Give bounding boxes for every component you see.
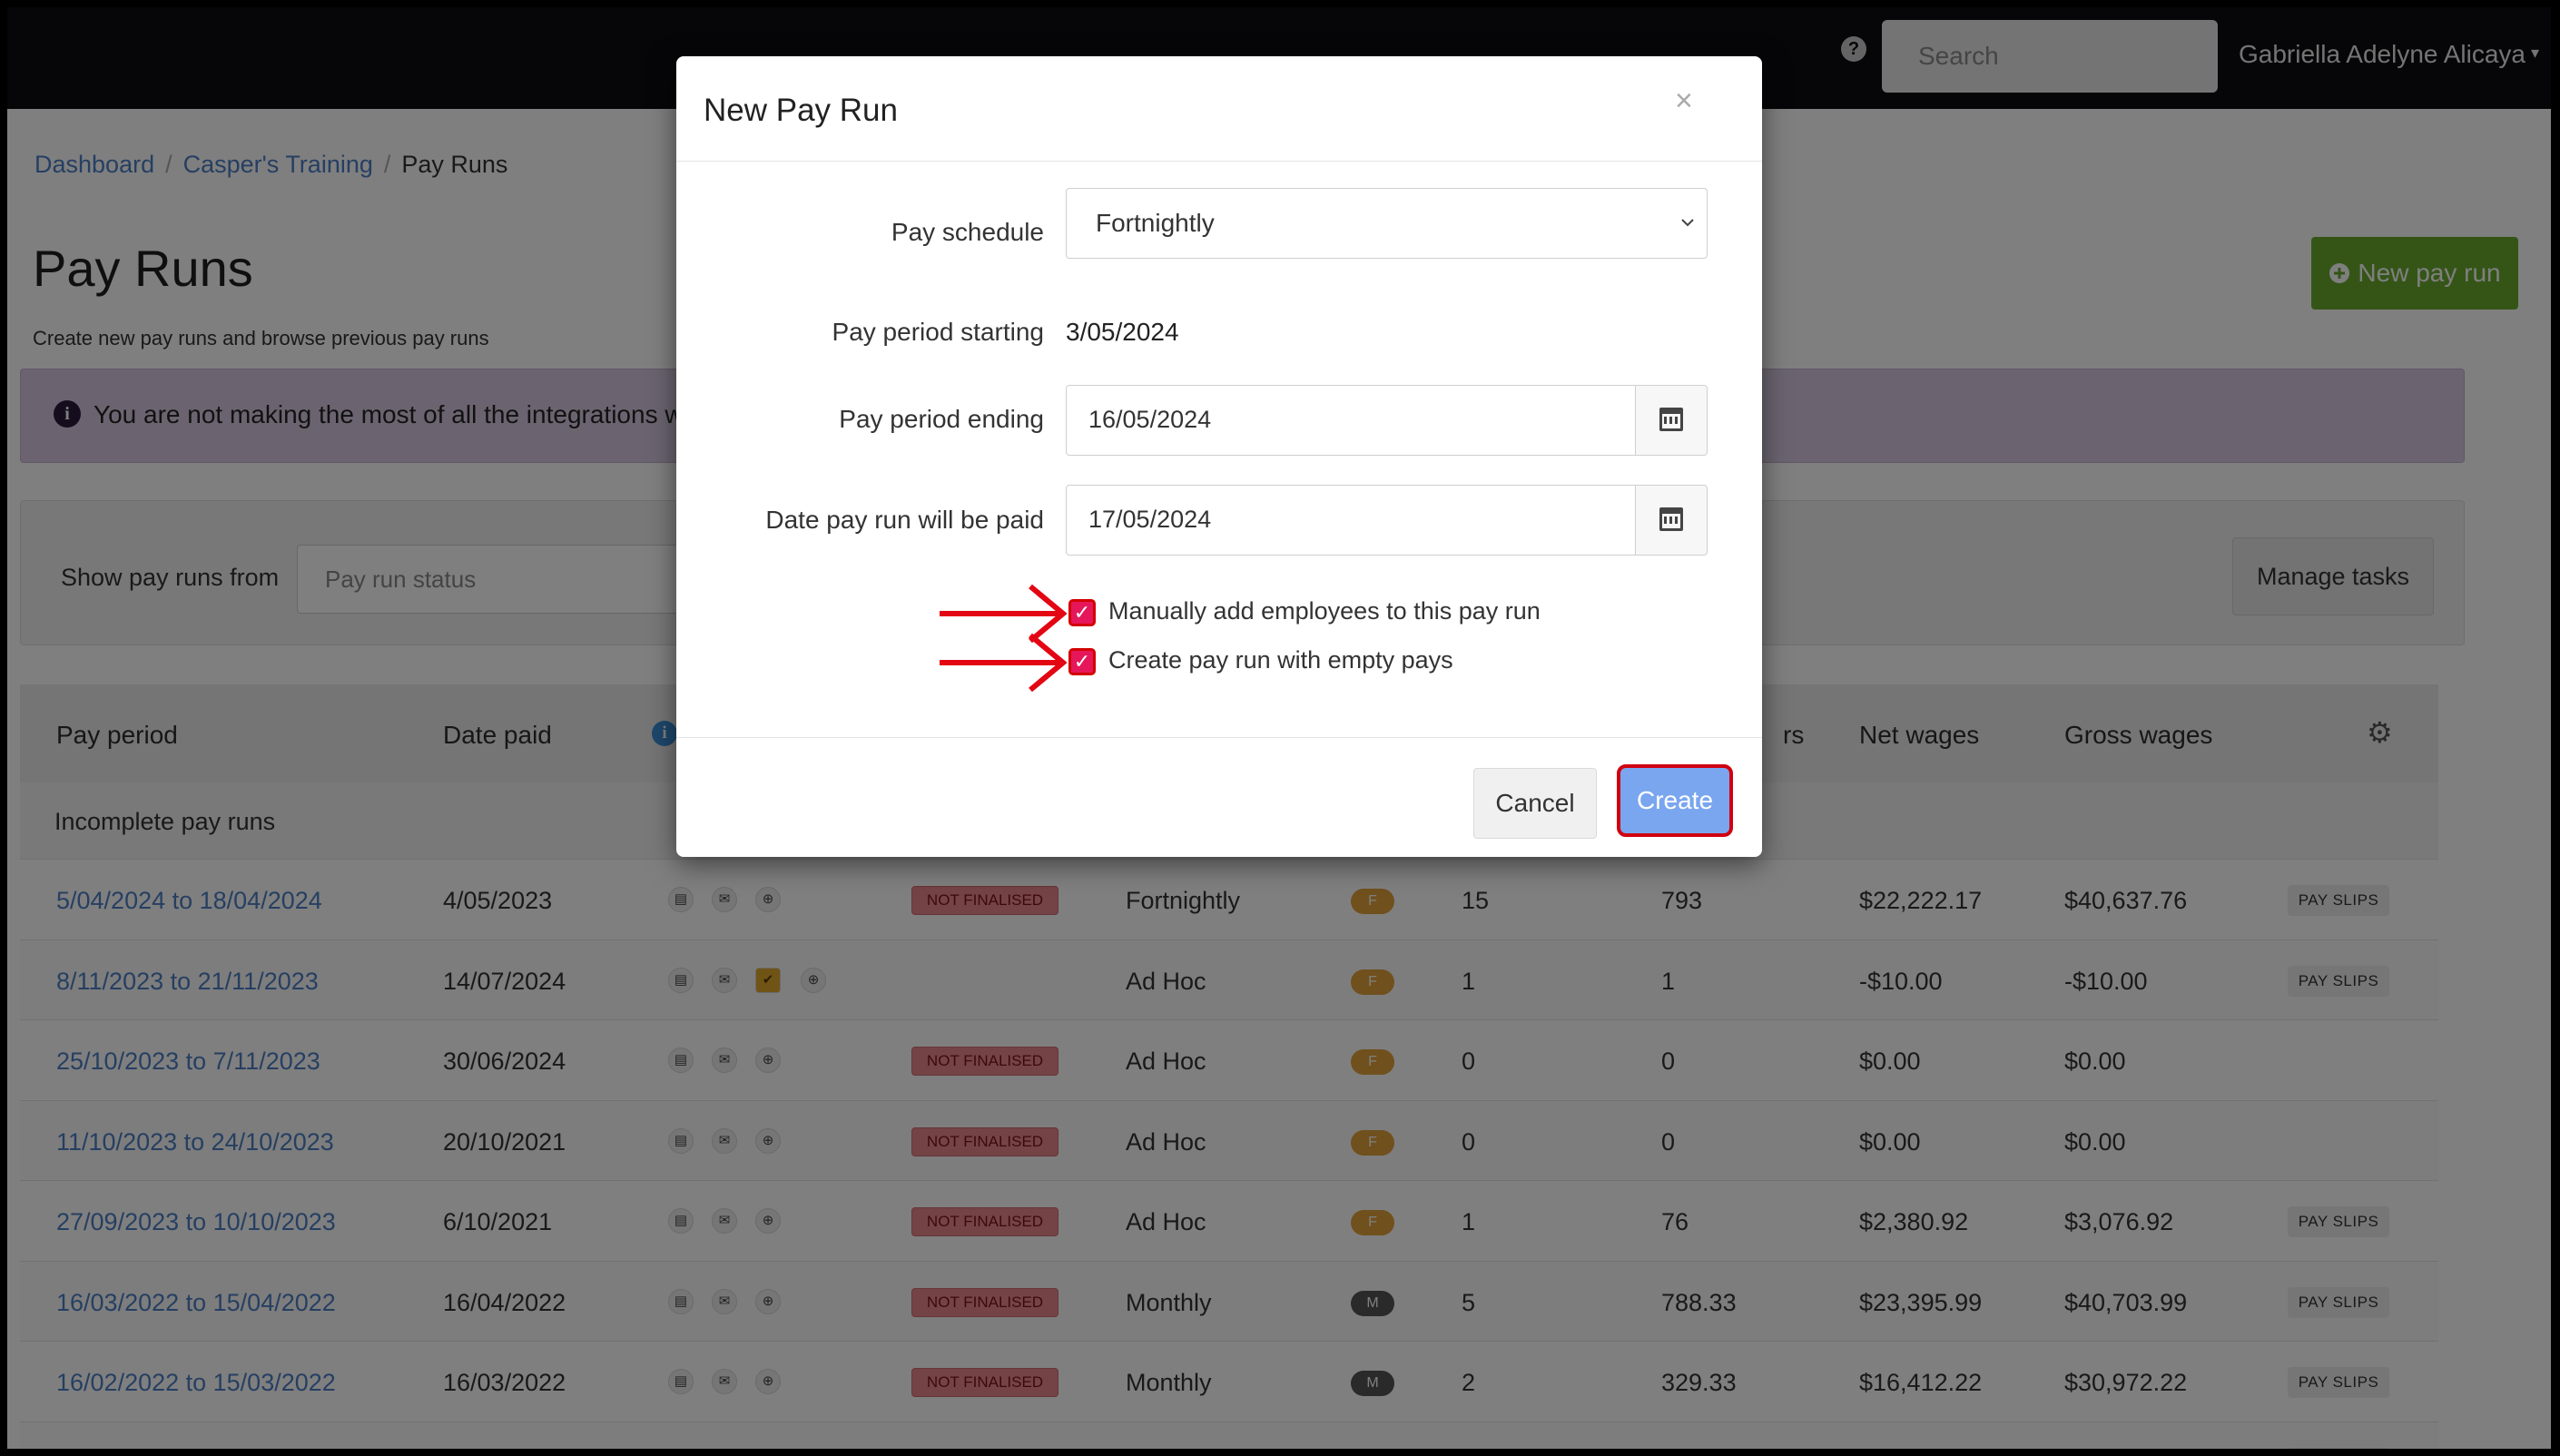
pay-schedule-select[interactable]: Fortnightly: [1066, 188, 1708, 259]
annotation-arrow-icon: [940, 633, 1067, 693]
empty-pays-label[interactable]: Create pay run with empty pays: [1108, 646, 1453, 674]
date-paid-input[interactable]: 17/05/2024: [1066, 485, 1708, 556]
pay-schedule-label: Pay schedule: [891, 218, 1044, 246]
calendar-icon: [1659, 408, 1683, 431]
modal-header: New Pay Run ×: [676, 56, 1762, 162]
app-window: ? Gabriella Adelyne Alicaya ▾ Dashboard/…: [7, 7, 2551, 1449]
calendar-icon: [1659, 507, 1683, 531]
period-end-label: Pay period ending: [839, 405, 1044, 433]
pay-schedule-value: Fortnightly: [1096, 209, 1215, 237]
period-end-calendar-button[interactable]: [1635, 386, 1707, 455]
manual-add-employees-label[interactable]: Manually add employees to this pay run: [1108, 597, 1541, 625]
modal-title: New Pay Run: [704, 93, 898, 128]
period-end-input[interactable]: 16/05/2024: [1066, 385, 1708, 456]
empty-pays-checkbox[interactable]: ✓: [1068, 648, 1096, 675]
period-start-value: 3/05/2024: [1066, 318, 1179, 346]
date-paid-value: 17/05/2024: [1088, 506, 1212, 533]
manual-add-employees-checkbox[interactable]: ✓: [1068, 599, 1096, 626]
cancel-button[interactable]: Cancel: [1473, 768, 1597, 839]
period-end-value: 16/05/2024: [1088, 406, 1212, 433]
date-paid-label: Date pay run will be paid: [765, 506, 1044, 534]
date-paid-calendar-button[interactable]: [1635, 486, 1707, 555]
close-icon[interactable]: ×: [1675, 84, 1693, 119]
create-button[interactable]: Create: [1617, 764, 1733, 837]
modal-footer: Cancel Create: [676, 737, 1762, 858]
period-start-label: Pay period starting: [832, 318, 1044, 346]
new-pay-run-modal: New Pay Run × Pay schedule Fortnightly P…: [676, 56, 1762, 857]
chevron-down-icon: [1681, 219, 1694, 227]
